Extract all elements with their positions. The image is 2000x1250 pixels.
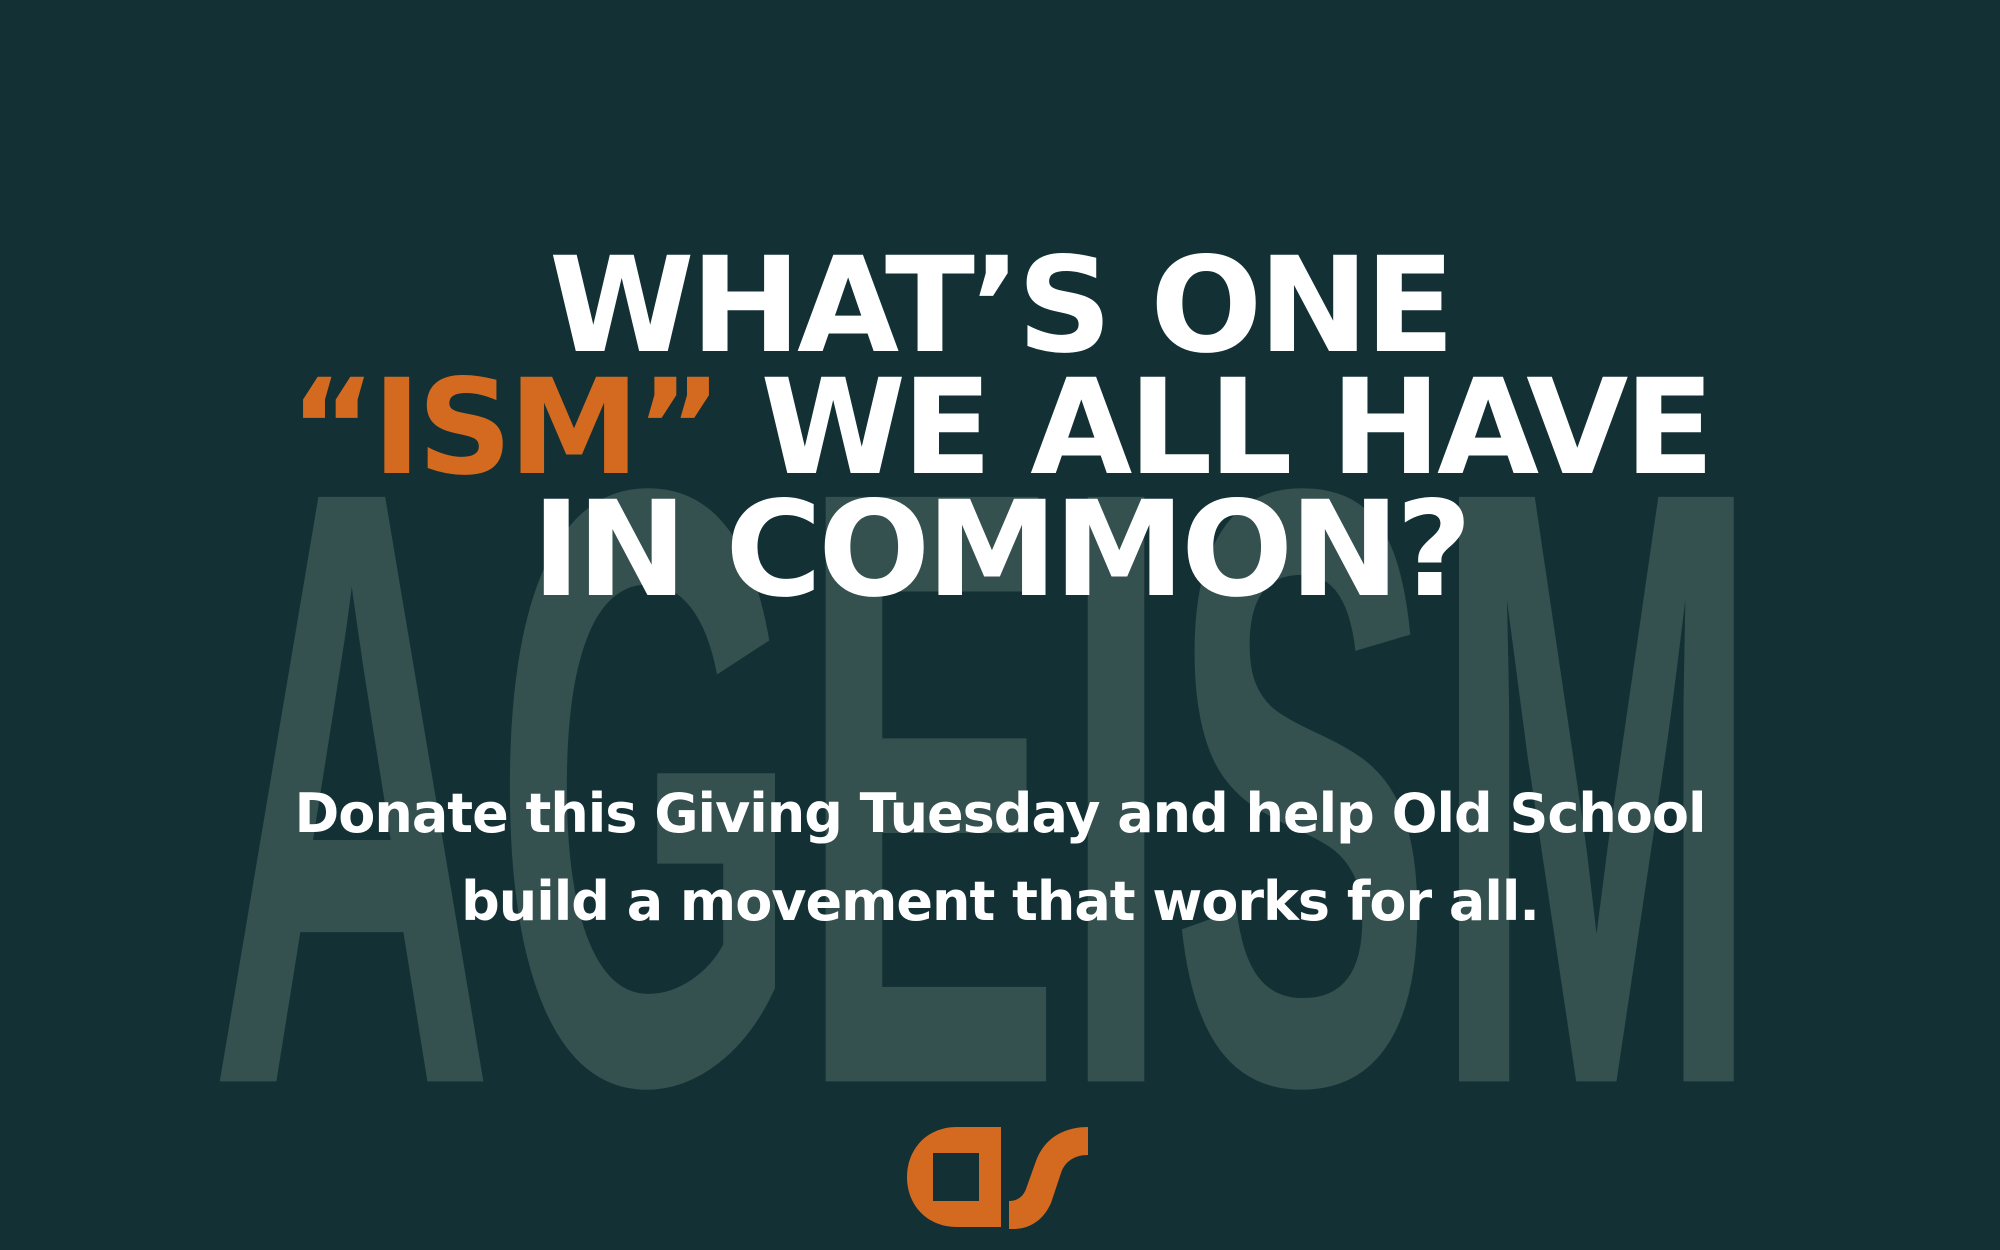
donation-message-line-2: build a movement that works for all.	[461, 870, 1540, 933]
headline-line-3: IN COMMON?	[531, 473, 1473, 627]
headline-line-1: WHAT’S ONE	[548, 229, 1455, 383]
donation-message-line-1: Donate this Giving Tuesday and help Old …	[294, 782, 1706, 845]
donation-message: Donate this Giving Tuesday and help Old …	[0, 770, 2000, 946]
headline: WHAT’S ONE “ISM” WE ALL HAVE IN COMMON?	[0, 229, 2000, 627]
old-school-logo-icon	[905, 1125, 1090, 1230]
graphic-canvas: AGEISM WHAT’S ONE “ISM” WE ALL HAVE IN C…	[0, 0, 2000, 1250]
headline-line-2: “ISM” WE ALL HAVE	[0, 362, 2000, 494]
